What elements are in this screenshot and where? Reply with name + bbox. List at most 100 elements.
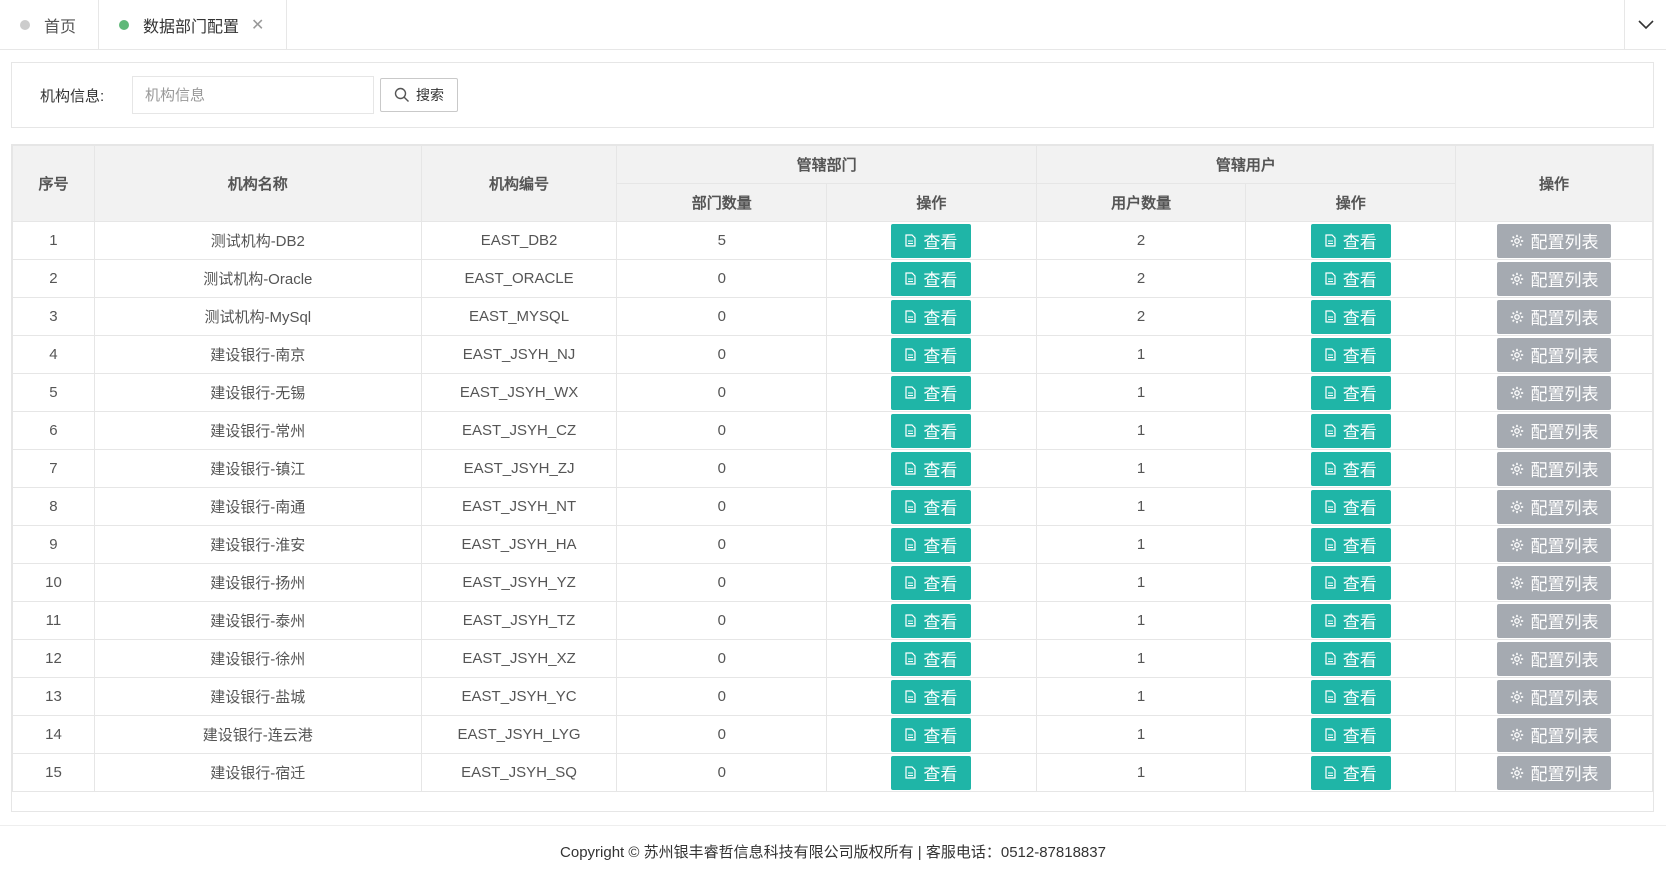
cell-user-count: 1 — [1035, 677, 1247, 716]
config-list-button[interactable]: 配置列表 — [1497, 337, 1612, 372]
cell-user-action: 查看 — [1245, 221, 1457, 260]
config-list-button[interactable]: 配置列表 — [1497, 299, 1612, 334]
config-list-button[interactable]: 配置列表 — [1497, 603, 1612, 638]
config-list-button[interactable]: 配置列表 — [1497, 451, 1612, 486]
table-row: 10 建设银行-扬州 EAST_JSYH_YZ 0 查看 1 查看 配置列表 — [12, 563, 1653, 602]
view-dept-button[interactable]: 查看 — [891, 223, 972, 258]
cell-user-count: 2 — [1035, 259, 1247, 298]
tab-status-dot — [119, 19, 130, 30]
config-button-label: 配置列表 — [1530, 689, 1599, 708]
view-user-button[interactable]: 查看 — [1310, 489, 1391, 524]
cell-org-name: 建设银行-淮安 — [93, 525, 422, 564]
config-list-button[interactable]: 配置列表 — [1497, 755, 1612, 790]
cell-org-code: EAST_JSYH_SQ — [420, 753, 618, 792]
document-icon — [1325, 652, 1336, 665]
tab-menu-button[interactable] — [1624, 0, 1666, 50]
cell-dept-action: 查看 — [826, 639, 1037, 678]
gear-icon — [1510, 576, 1524, 590]
config-list-button[interactable]: 配置列表 — [1497, 413, 1612, 448]
config-list-button[interactable]: 配置列表 — [1497, 375, 1612, 410]
tab-data-dept-config[interactable]: 数据部门配置 ✕ — [99, 0, 288, 49]
view-user-button[interactable]: 查看 — [1310, 337, 1391, 372]
cell-org-name: 建设银行-徐州 — [93, 639, 422, 678]
view-dept-button[interactable]: 查看 — [891, 489, 972, 524]
config-list-button[interactable]: 配置列表 — [1497, 261, 1612, 296]
view-dept-button[interactable]: 查看 — [891, 337, 972, 372]
cell-index: 11 — [12, 601, 95, 640]
config-list-button[interactable]: 配置列表 — [1497, 565, 1612, 600]
cell-org-name: 测试机构-MySql — [93, 297, 422, 336]
config-list-button[interactable]: 配置列表 — [1497, 223, 1612, 258]
view-button-label: 查看 — [1342, 271, 1377, 290]
view-dept-button[interactable]: 查看 — [891, 717, 972, 752]
cell-user-count: 1 — [1035, 373, 1247, 412]
view-user-button[interactable]: 查看 — [1310, 413, 1391, 448]
view-user-button[interactable]: 查看 — [1310, 299, 1391, 334]
view-user-button[interactable]: 查看 — [1310, 679, 1391, 714]
header-dept-group: 管辖部门 — [616, 145, 1037, 184]
search-button[interactable]: 搜索 — [380, 78, 458, 112]
gear-icon — [1510, 614, 1524, 628]
view-user-button[interactable]: 查看 — [1310, 755, 1391, 790]
document-icon — [905, 614, 917, 627]
cell-org-code: EAST_JSYH_WX — [420, 373, 618, 412]
view-user-button[interactable]: 查看 — [1310, 261, 1391, 296]
document-icon — [1325, 310, 1336, 323]
view-dept-button[interactable]: 查看 — [891, 641, 972, 676]
config-list-button[interactable]: 配置列表 — [1497, 489, 1612, 524]
view-user-button[interactable]: 查看 — [1310, 603, 1391, 638]
tab-home[interactable]: 首页 — [0, 0, 100, 49]
view-dept-button[interactable]: 查看 — [891, 755, 972, 790]
config-button-label: 配置列表 — [1530, 423, 1599, 442]
view-user-button[interactable]: 查看 — [1310, 451, 1391, 486]
document-icon — [905, 576, 917, 589]
tab-label: 数据部门配置 — [143, 18, 240, 36]
view-button-label: 查看 — [923, 613, 958, 632]
view-button-label: 查看 — [923, 309, 958, 328]
cell-action: 配置列表 — [1455, 639, 1653, 678]
cell-dept-action: 查看 — [826, 297, 1037, 336]
close-icon[interactable]: ✕ — [251, 15, 264, 35]
view-dept-button[interactable]: 查看 — [891, 565, 972, 600]
config-list-button[interactable]: 配置列表 — [1497, 679, 1612, 714]
view-dept-button[interactable]: 查看 — [891, 413, 972, 448]
cell-index: 15 — [12, 753, 95, 792]
cell-index: 12 — [12, 639, 95, 678]
cell-user-action: 查看 — [1245, 487, 1457, 526]
config-list-button[interactable]: 配置列表 — [1497, 527, 1612, 562]
cell-org-code: EAST_DB2 — [420, 221, 618, 260]
search-input[interactable] — [132, 76, 374, 114]
document-icon — [905, 728, 917, 741]
view-user-button[interactable]: 查看 — [1310, 223, 1391, 258]
view-user-button[interactable]: 查看 — [1310, 375, 1391, 410]
cell-org-code: EAST_JSYH_NT — [420, 487, 618, 526]
document-icon — [905, 652, 917, 665]
view-user-button[interactable]: 查看 — [1310, 641, 1391, 676]
cell-user-action: 查看 — [1245, 259, 1457, 298]
view-dept-button[interactable]: 查看 — [891, 299, 972, 334]
config-list-button[interactable]: 配置列表 — [1497, 717, 1612, 752]
gear-icon — [1510, 500, 1524, 514]
header-user-count: 用户数量 — [1035, 183, 1247, 222]
view-dept-button[interactable]: 查看 — [891, 527, 972, 562]
view-user-button[interactable]: 查看 — [1310, 527, 1391, 562]
gear-icon — [1510, 652, 1524, 666]
config-list-button[interactable]: 配置列表 — [1497, 641, 1612, 676]
cell-action: 配置列表 — [1455, 411, 1653, 450]
view-dept-button[interactable]: 查看 — [891, 603, 972, 638]
document-icon — [1325, 576, 1336, 589]
view-dept-button[interactable]: 查看 — [891, 679, 972, 714]
cell-org-name: 建设银行-泰州 — [93, 601, 422, 640]
document-icon — [905, 690, 917, 703]
view-button-label: 查看 — [923, 689, 958, 708]
view-dept-button[interactable]: 查看 — [891, 261, 972, 296]
cell-index: 2 — [12, 259, 95, 298]
view-user-button[interactable]: 查看 — [1310, 717, 1391, 752]
tab-label: 首页 — [44, 18, 77, 36]
cell-user-action: 查看 — [1245, 753, 1457, 792]
view-dept-button[interactable]: 查看 — [891, 375, 972, 410]
view-dept-button[interactable]: 查看 — [891, 451, 972, 486]
view-user-button[interactable]: 查看 — [1310, 565, 1391, 600]
document-icon — [905, 234, 917, 247]
table-row: 3 测试机构-MySql EAST_MYSQL 0 查看 2 查看 配置列表 — [12, 297, 1653, 336]
